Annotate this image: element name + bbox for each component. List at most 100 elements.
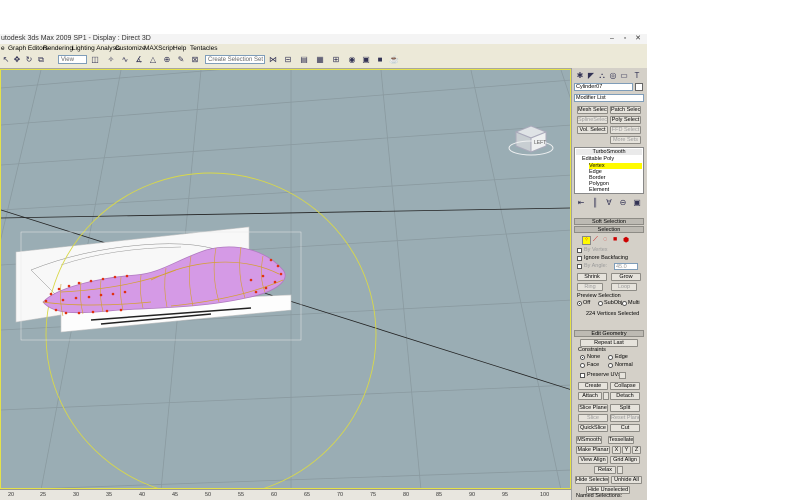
mesh-select-button[interactable]: Mesh Select — [577, 106, 608, 114]
menu-customize[interactable]: Customize — [115, 44, 146, 53]
attach-button[interactable]: Attach — [578, 392, 602, 400]
quickslice-button[interactable]: QuickSlice — [578, 424, 608, 432]
tessellate-button[interactable]: Tessellate — [608, 436, 634, 444]
reset-plane-button[interactable]: Reset Plane — [610, 414, 640, 422]
menu-help[interactable]: Help — [173, 44, 186, 53]
select-object-icon[interactable]: ↖ — [1, 55, 11, 65]
view-cube[interactable]: LEFT — [508, 125, 554, 156]
patch-select-button[interactable]: Patch Select — [610, 106, 641, 114]
ffd-select-button[interactable]: FFD Select — [610, 126, 641, 134]
preserve-uvs-settings-icon[interactable] — [619, 372, 626, 379]
menu-maxscript[interactable]: MAXScript — [144, 44, 175, 53]
pin-stack-icon[interactable]: ⇤ — [576, 198, 586, 208]
by-angle-checkbox[interactable] — [577, 264, 582, 269]
named-selection-set-dropdown[interactable]: Create Selection Set — [205, 55, 265, 64]
attach-settings-icon[interactable] — [603, 392, 609, 400]
constraint-none-radio[interactable] — [580, 355, 585, 360]
cut-button[interactable]: Cut — [610, 424, 640, 432]
loop-button[interactable]: Loop — [611, 283, 637, 291]
menu-tentacles[interactable]: Tentacles — [190, 44, 217, 53]
edit-named-selection-icon[interactable]: ✎ — [176, 55, 186, 65]
more-sets-button[interactable]: More Sets — [610, 136, 641, 144]
split-button[interactable]: Split — [610, 404, 640, 412]
by-vertex-checkbox[interactable] — [577, 248, 582, 253]
snap-toggle-icon[interactable]: ∿ — [120, 55, 130, 65]
soft-selection-rollout[interactable]: Soft Selection — [574, 218, 644, 225]
modifier-list-dropdown[interactable]: Modifier List — [574, 94, 644, 102]
display-tab-icon[interactable]: ▭ — [619, 71, 629, 81]
grid-align-button[interactable]: Grid Align — [610, 456, 640, 464]
repeat-last-button[interactable]: Repeat Last — [580, 339, 638, 347]
configure-sets-icon[interactable]: ▣ — [632, 198, 642, 208]
constraint-edge-radio[interactable] — [608, 355, 613, 360]
relax-button[interactable]: Relax — [594, 466, 616, 474]
restore-button[interactable]: ▫ — [620, 35, 630, 43]
modifier-stack[interactable]: TurboSmooth Editable Poly Vertex Edge Bo… — [574, 147, 644, 194]
view-align-button[interactable]: View Align — [578, 456, 608, 464]
schematic-view-icon[interactable]: ⊞ — [331, 55, 341, 65]
preview-off-radio[interactable] — [577, 301, 582, 306]
menu-edit[interactable]: e — [1, 44, 5, 53]
ignore-backfacing-checkbox[interactable] — [577, 256, 582, 261]
by-angle-input[interactable]: 45.0 — [614, 263, 638, 270]
constraint-normal-radio[interactable] — [608, 363, 613, 368]
shrink-button[interactable]: Shrink — [577, 273, 607, 281]
hide-selected-button[interactable]: Hide Selected — [575, 476, 609, 484]
msmooth-button[interactable]: MSmooth — [576, 436, 602, 444]
object-color-swatch[interactable] — [635, 83, 643, 91]
utilities-tab-icon[interactable]: T — [632, 71, 642, 81]
select-move-icon[interactable]: ✥ — [12, 55, 22, 65]
stack-item-turbosmooth[interactable]: TurboSmooth — [576, 149, 642, 155]
menu-rendering[interactable]: Rendering — [43, 44, 73, 53]
make-planar-button[interactable]: Make Planar — [576, 446, 610, 454]
collapse-button[interactable]: Collapse — [610, 382, 640, 390]
remove-modifier-icon[interactable]: ⊖ — [618, 198, 628, 208]
slice-button[interactable]: Slice — [578, 414, 608, 422]
render-setup-icon[interactable]: ▣ — [361, 55, 371, 65]
mirror-tool-icon[interactable]: ⋈ — [268, 55, 278, 65]
hierarchy-tab-icon[interactable]: ⛬ — [597, 71, 607, 81]
spline-select-button[interactable]: SplineSelect — [577, 116, 608, 124]
show-end-result-icon[interactable]: ║ — [590, 198, 600, 208]
border-mode-icon[interactable]: ◌ — [603, 236, 607, 243]
edit-geometry-rollout[interactable]: Edit Geometry — [574, 330, 644, 337]
preview-subobj-radio[interactable] — [598, 301, 603, 306]
modify-tab-icon[interactable]: ◤ — [586, 71, 596, 81]
time-ruler[interactable]: 20 25 30 35 40 45 50 55 60 65 70 75 80 8… — [0, 489, 571, 500]
align-icon[interactable]: ⊟ — [283, 55, 293, 65]
ring-button[interactable]: Ring — [577, 283, 603, 291]
poly-select-button[interactable]: Poly Select — [610, 116, 641, 124]
mirror-icon[interactable]: ⊠ — [190, 55, 200, 65]
planar-y-button[interactable]: Y — [622, 446, 631, 454]
slice-plane-button[interactable]: Slice Plane — [578, 404, 608, 412]
spinner-snap-icon[interactable]: ⊕ — [162, 55, 172, 65]
create-button[interactable]: Create — [578, 382, 608, 390]
unhide-all-button[interactable]: Unhide All — [611, 476, 642, 484]
polygon-mode-icon[interactable]: ■ — [613, 236, 617, 243]
edge-mode-icon[interactable]: ⟋ — [593, 236, 598, 244]
quick-render-icon[interactable]: ☕ — [389, 55, 399, 65]
planar-z-button[interactable]: Z — [632, 446, 641, 454]
selection-rollout[interactable]: Selection — [574, 226, 644, 233]
preserve-uvs-checkbox[interactable] — [580, 373, 585, 378]
material-editor-icon[interactable]: ◉ — [347, 55, 357, 65]
detach-button[interactable]: Detach — [610, 392, 640, 400]
grow-button[interactable]: Grow — [611, 273, 641, 281]
create-tab-icon[interactable]: ✱ — [575, 71, 585, 81]
curve-editor-icon[interactable]: ▦ — [315, 55, 325, 65]
perspective-viewport[interactable]: LEFT — [0, 69, 571, 489]
constraint-face-radio[interactable] — [580, 363, 585, 368]
vol-select-button[interactable]: Vol. Select — [577, 126, 608, 134]
preview-multi-radio[interactable] — [622, 301, 627, 306]
vertex-mode-icon[interactable]: ⁘ — [582, 236, 591, 245]
rendered-frame-icon[interactable]: ■ — [375, 55, 385, 65]
percent-snap-icon[interactable]: △ — [148, 55, 158, 65]
menu-lighting-analysis[interactable]: Lighting Analysis — [72, 44, 120, 53]
angle-snap-icon[interactable]: ∡ — [134, 55, 144, 65]
stack-item-editable-poly[interactable]: Editable Poly — [582, 156, 614, 162]
select-scale-icon[interactable]: ⧉ — [36, 55, 46, 65]
relax-settings-icon[interactable] — [617, 466, 623, 474]
close-button[interactable]: ✕ — [633, 35, 643, 43]
make-unique-icon[interactable]: ∀ — [604, 198, 614, 208]
motion-tab-icon[interactable]: ◎ — [608, 71, 618, 81]
